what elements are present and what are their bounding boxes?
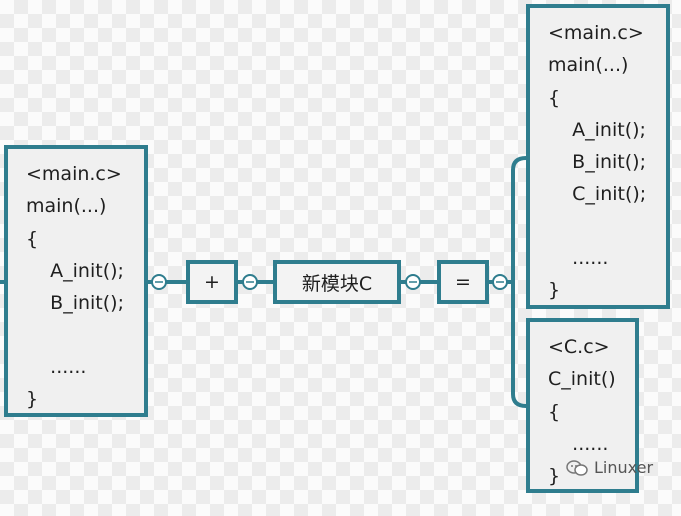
- code-line: B_init();: [548, 151, 646, 173]
- code-line: <C.c>: [548, 336, 610, 358]
- code-line: main(...): [26, 195, 107, 217]
- code-line: ......: [548, 247, 609, 269]
- code-line: C_init(): [548, 368, 616, 390]
- code-line: {: [26, 228, 39, 250]
- code-line: {: [548, 401, 561, 423]
- code-line: {: [548, 87, 561, 109]
- code-line: ......: [548, 433, 609, 455]
- plus-operator: +: [186, 260, 238, 304]
- code-line: }: [548, 279, 561, 301]
- code-line: C_init();: [548, 183, 647, 205]
- code-line: B_init();: [26, 292, 124, 314]
- module-label: 新模块C: [301, 272, 373, 295]
- watermark-text: Linuxer: [594, 458, 654, 477]
- equals-operator: =: [437, 260, 489, 304]
- code-line: }: [26, 388, 39, 410]
- right-main-c-box: <main.c> main(...) { A_init(); B_init();…: [526, 4, 670, 309]
- plus-label: +: [204, 271, 220, 293]
- new-module-c-box: 新模块C: [273, 260, 401, 304]
- code-line: A_init();: [548, 119, 646, 141]
- watermark: Linuxer: [566, 458, 653, 477]
- code-line: ......: [26, 356, 87, 378]
- left-main-c-box: <main.c> main(...) { A_init(); B_init();…: [4, 145, 148, 417]
- code-line: <main.c>: [26, 163, 122, 185]
- split-bracket: [511, 156, 527, 408]
- wechat-icon: [566, 459, 588, 476]
- code-line: <main.c>: [548, 22, 644, 44]
- code-line: main(...): [548, 54, 629, 76]
- code-line: }: [548, 465, 561, 487]
- equals-label: =: [455, 271, 471, 293]
- code-line: A_init();: [26, 260, 124, 282]
